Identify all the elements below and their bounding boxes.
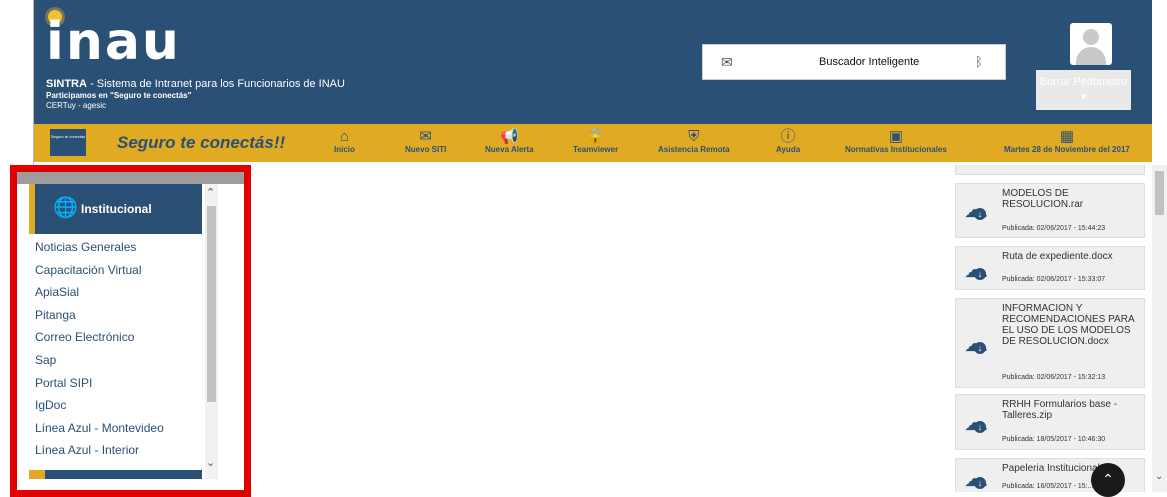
inau-logo[interactable]: inau <box>46 12 181 72</box>
presentation-icon: ▣ <box>888 128 903 145</box>
system-title: SINTRA - Sistema de Intranet para los Fu… <box>46 78 345 90</box>
nav-label: Normativas Institucionales <box>845 145 947 154</box>
smart-search-box[interactable]: ✉ Buscador Inteligente ᛒ <box>702 44 1006 80</box>
nav-label: Teamviewer <box>573 145 619 154</box>
nav-label: Asistencia Remota <box>658 145 730 154</box>
participation-text: Participamos en "Seguro te conectás" <box>46 91 192 100</box>
globe-icon: 🌐 <box>53 197 78 219</box>
file-date: Publicada: 16/05/2017 - 15:... <box>1002 483 1094 490</box>
page-scrollbar[interactable]: ⌄ <box>1152 165 1167 492</box>
megaphone-icon: 📢 <box>499 128 519 145</box>
mail-icon: ✉ <box>419 128 432 145</box>
avatar-body <box>1076 47 1106 65</box>
file-card[interactable]: ☁↓ INFORMACION Y RECOMENDACIONES PARA EL… <box>955 298 1145 388</box>
nav-ayuda[interactable]: ⓘ Ayuda <box>776 128 801 155</box>
file-date: Publicada: 02/06/2017 - 15:44:23 <box>1002 225 1106 232</box>
info-icon: ⓘ <box>780 128 796 145</box>
certuy-text: CERTuy - agesic <box>46 101 107 110</box>
menu-scrollbar[interactable]: ⌃ ⌄ <box>205 184 218 479</box>
avatar-head <box>1083 29 1099 45</box>
file-name[interactable]: RRHH Formularios base - Talleres.zip <box>1002 399 1142 421</box>
nav-normativas[interactable]: ▣ Normativas Institucionales <box>845 128 947 155</box>
menu-item-linea-azul-montevideo[interactable]: Línea Azul - Montevideo <box>29 417 202 440</box>
nav-date[interactable]: ▦ Martes 28 de Noviembre del 2017 <box>1004 128 1130 155</box>
file-card[interactable]: ☁↓ MODELOS DE RESOLUCION.rar Publicada: … <box>955 183 1145 238</box>
menu-scroll-thumb[interactable] <box>207 206 216 402</box>
file-name[interactable]: MODELOS DE RESOLUCION.rar <box>1002 188 1142 210</box>
cloud-download-icon[interactable]: ☁↓ <box>964 411 994 435</box>
scroll-up-icon[interactable]: ⌃ <box>206 186 215 199</box>
menu-shadow <box>17 172 244 184</box>
recent-files-list: ☁↓ MODELOS DE RESOLUCION.rar Publicada: … <box>955 165 1148 492</box>
file-card[interactable]: ☁↓ Ruta de expediente.docx Publicada: 02… <box>955 246 1145 290</box>
nav-asistencia-remota[interactable]: ⛨ Asistencia Remota <box>658 128 730 155</box>
calendar-icon: ▦ <box>1059 128 1075 145</box>
system-description: - Sistema de Intranet para los Funcionar… <box>86 78 345 90</box>
nav-teamviewer[interactable]: 🔒 Teamviewer <box>573 128 619 155</box>
user-avatar[interactable] <box>1070 23 1112 65</box>
institutional-menu: 🌐 Institucional Noticias Generales Capac… <box>29 184 202 479</box>
menu-header-accent <box>29 184 35 234</box>
nav-label: Nuevo SITI <box>405 145 447 154</box>
file-date: Publicada: 18/05/2017 - 10:46:30 <box>1002 436 1106 443</box>
menu-item-correo-electronico[interactable]: Correo Electrónico <box>29 326 202 349</box>
menu-item-capacitacion-virtual[interactable]: Capacitación Virtual <box>29 259 202 282</box>
chevron-up-icon: ⌃ <box>1102 471 1114 487</box>
menu-item-igdoc[interactable]: IgDoc <box>29 394 202 417</box>
cloud-download-icon[interactable]: ☁↓ <box>964 332 994 356</box>
nav-label: Inicio <box>334 145 355 154</box>
file-card[interactable]: ☁↓ RRHH Formularios base - Talleres.zip … <box>955 394 1145 450</box>
next-menu-header[interactable] <box>29 470 202 479</box>
file-name[interactable]: Ruta de expediente.docx <box>1002 251 1142 262</box>
next-menu-accent <box>29 470 45 479</box>
nav-label: Ayuda <box>776 145 801 154</box>
envelope-icon[interactable]: ✉ <box>721 54 733 71</box>
nav-label: Martes 28 de Noviembre del 2017 <box>1004 145 1130 154</box>
file-name[interactable]: INFORMACION Y RECOMENDACIONES PARA EL US… <box>1002 303 1142 347</box>
page-scroll-down-icon[interactable]: ⌄ <box>1155 471 1163 482</box>
menu-item-linea-azul-interior[interactable]: Línea Azul - Interior <box>29 439 202 462</box>
system-name: SINTRA <box>46 78 87 90</box>
file-date: Publicada: 02/06/2017 - 15:32:13 <box>1002 374 1106 381</box>
menu-item-noticias-generales[interactable]: Noticias Generales <box>29 236 202 259</box>
nav-inicio[interactable]: ⌂ Inicio <box>334 128 355 155</box>
file-date: Publicada: 02/06/2017 - 15:33:07 <box>1002 276 1106 283</box>
home-icon: ⌂ <box>339 128 349 145</box>
file-card-partial <box>955 165 1145 175</box>
menu-header[interactable]: 🌐 Institucional <box>29 184 202 234</box>
nav-label: Nueva Alerta <box>485 145 534 154</box>
site-header: inau SINTRA - Sistema de Intranet para l… <box>34 0 1152 124</box>
shield-icon: ⛨ <box>688 128 700 145</box>
navbar-slogan: Seguro te conectás!! <box>117 133 286 152</box>
cloud-download-icon[interactable]: ☁↓ <box>964 258 994 282</box>
menu-list: Noticias Generales Capacitación Virtual … <box>29 236 202 462</box>
scroll-down-icon[interactable]: ⌄ <box>206 456 215 469</box>
cloud-download-icon[interactable]: ☁↓ <box>964 198 994 222</box>
user-menu-button[interactable]: Borrar Pedometro ▾ <box>1036 70 1131 110</box>
lock-icon: 🔒 <box>586 128 605 145</box>
nav-nuevo-siti[interactable]: ✉ Nuevo SITI <box>405 128 447 155</box>
page-scroll-thumb[interactable] <box>1155 171 1164 215</box>
main-navbar: Seguro te conectás Seguro te conectás!! … <box>34 124 1152 162</box>
menu-item-sap[interactable]: Sap <box>29 349 202 372</box>
nav-nueva-alerta[interactable]: 📢 Nueva Alerta <box>485 128 534 155</box>
menu-item-portal-sipi[interactable]: Portal SIPI <box>29 372 202 395</box>
menu-title: Institucional <box>81 202 152 216</box>
campaign-logo[interactable]: Seguro te conectás <box>50 129 86 156</box>
search-label[interactable]: Buscador Inteligente <box>819 56 919 68</box>
menu-item-pitanga[interactable]: Pitanga <box>29 304 202 327</box>
cloud-download-icon[interactable]: ☁↓ <box>964 467 994 491</box>
bluetooth-icon[interactable]: ᛒ <box>975 54 983 69</box>
menu-item-apiasial[interactable]: ApiaSial <box>29 281 202 304</box>
institutional-menu-highlight: 🌐 Institucional Noticias Generales Capac… <box>10 165 251 497</box>
